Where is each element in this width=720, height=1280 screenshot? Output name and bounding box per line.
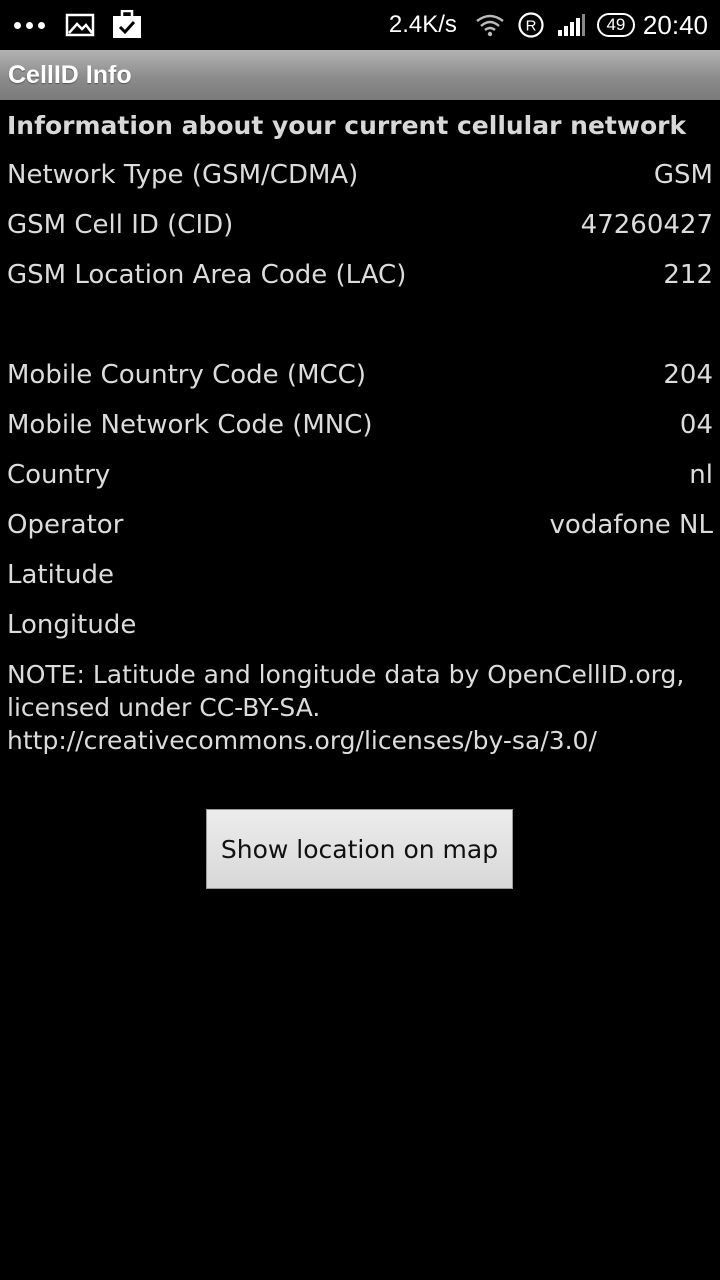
operator-label: Operator [7,510,124,540]
status-bar-left [14,0,159,50]
show-location-on-map-button[interactable]: Show location on map [206,809,513,889]
note-line: NOTE: Latitude and longitude data by Ope… [7,660,685,689]
svg-text:R: R [526,18,537,35]
lac-label: GSM Location Area Code (LAC) [7,260,407,290]
network-type-value: GSM [653,160,713,190]
license-note: NOTE: Latitude and longitude data by Ope… [7,658,713,757]
longitude-label: Longitude [7,610,137,640]
network-speed: 2.4K/s [388,11,457,38]
lac-value: 212 [663,260,713,290]
mnc-label: Mobile Network Code (MNC) [7,410,373,440]
country-value: nl [689,460,713,490]
note-link[interactable]: http://creativecommons.org/licenses/by-s… [7,724,713,757]
wifi-icon [475,13,505,37]
image-icon [65,13,95,37]
note-line: licensed under CC-BY-SA. [7,693,321,722]
row-cell-id: GSM Cell ID (CID) 47260427 [7,200,713,250]
mnc-value: 04 [679,410,713,440]
mcc-label: Mobile Country Code (MCC) [7,360,366,390]
info-panel: Information about your current cellular … [7,100,713,757]
roaming-r-icon: R [517,11,545,39]
signal-icon [557,13,585,37]
status-bar: 2.4K/s R 49 20:40 [0,0,720,50]
row-operator: Operator vodafone NL [7,500,713,550]
app-title: CellID Info [8,60,132,89]
clock: 20:40 [642,9,708,40]
row-lac: GSM Location Area Code (LAC) 212 [7,250,713,300]
row-latitude: Latitude [7,550,713,600]
row-network-type: Network Type (GSM/CDMA) GSM [7,150,713,200]
action-bar: CellID Info [0,50,720,100]
section-heading: Information about your current cellular … [7,111,687,140]
cell-id-label: GSM Cell ID (CID) [7,210,234,240]
row-longitude: Longitude [7,600,713,650]
country-label: Country [7,460,111,490]
row-mnc: Mobile Network Code (MNC) 04 [7,400,713,450]
operator-value: vodafone NL [549,510,713,540]
latitude-label: Latitude [7,560,115,590]
row-country: Country nl [7,450,713,500]
status-bar-right: 2.4K/s R 49 20:40 [389,0,708,50]
network-type-label: Network Type (GSM/CDMA) [7,160,359,190]
clipboard-check-icon [111,10,143,40]
row-mcc: Mobile Country Code (MCC) 204 [7,350,713,400]
mcc-value: 204 [663,360,713,390]
battery-icon: 49 [596,13,635,37]
more-dots-icon [14,21,45,29]
cell-id-value: 47260427 [580,210,713,240]
